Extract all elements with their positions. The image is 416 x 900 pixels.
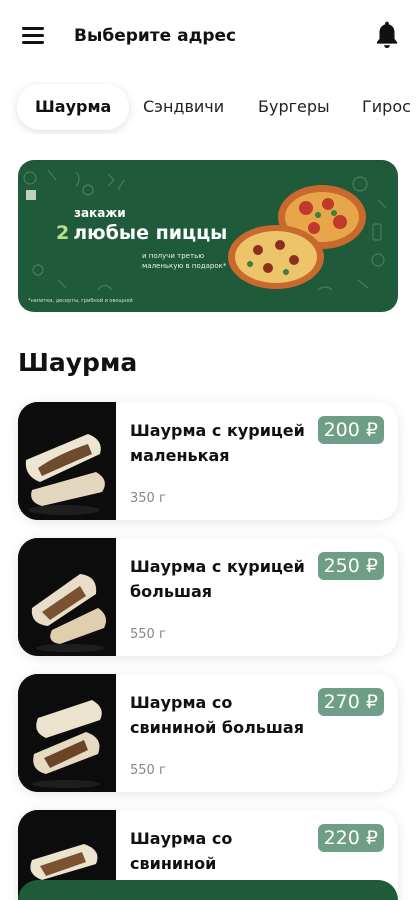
category-tabs: Шаурма Сэндвичи Бургеры Гирос <box>0 82 416 134</box>
banner-headline: 2 любые пиццы <box>56 222 227 244</box>
product-name: Шаурма со свининой большая <box>130 693 304 737</box>
tab-sandwiches[interactable]: Сэндвичи <box>143 84 224 130</box>
price-badge[interactable]: 250 ₽ <box>317 552 384 580</box>
tab-burgers[interactable]: Бургеры <box>258 84 330 130</box>
product-weight: 550 г <box>130 627 166 642</box>
product-card[interactable]: Шаурма со свининой большая 550 г 270 ₽ <box>18 674 398 792</box>
product-image <box>18 402 116 520</box>
bell-icon[interactable] <box>374 20 400 50</box>
banner-subtext-1: и получи третью <box>142 252 205 260</box>
tab-shawarma[interactable]: Шаурма <box>17 84 130 130</box>
banner-pre-text: закажи <box>74 206 126 220</box>
banner-fine-print: *напитки, десерты, грибной и овощной <box>28 298 133 304</box>
product-name: Шаурма со свининой <box>130 829 233 873</box>
product-name: Шаурма с курицей маленькая <box>130 421 305 465</box>
banner-subtext-2: маленькую в подарок* <box>142 262 227 270</box>
banner-main-text: любые пиццы <box>73 222 228 244</box>
product-name: Шаурма с курицей большая <box>130 557 305 601</box>
promo-banner[interactable]: закажи 2 любые пиццы и получи третью мале… <box>18 160 398 312</box>
product-image <box>18 538 116 656</box>
product-weight: 550 г <box>130 763 166 778</box>
address-selector[interactable]: Выберите адрес <box>74 26 236 46</box>
product-card[interactable]: Шаурма с курицей маленькая 350 г 200 ₽ <box>18 402 398 520</box>
product-weight: 350 г <box>130 491 166 506</box>
product-image <box>18 674 116 792</box>
price-badge[interactable]: 270 ₽ <box>317 688 384 716</box>
cart-bar[interactable] <box>18 880 398 900</box>
banner-number: 2 <box>56 222 70 244</box>
price-badge[interactable]: 220 ₽ <box>317 824 384 852</box>
section-title: Шаурма <box>18 348 138 377</box>
price-badge[interactable]: 200 ₽ <box>317 416 384 444</box>
app-header: Выберите адрес <box>0 0 416 76</box>
tab-gyros[interactable]: Гирос <box>362 84 411 130</box>
product-card[interactable]: Шаурма с курицей большая 550 г 250 ₽ <box>18 538 398 656</box>
hamburger-menu-icon[interactable] <box>22 27 44 45</box>
